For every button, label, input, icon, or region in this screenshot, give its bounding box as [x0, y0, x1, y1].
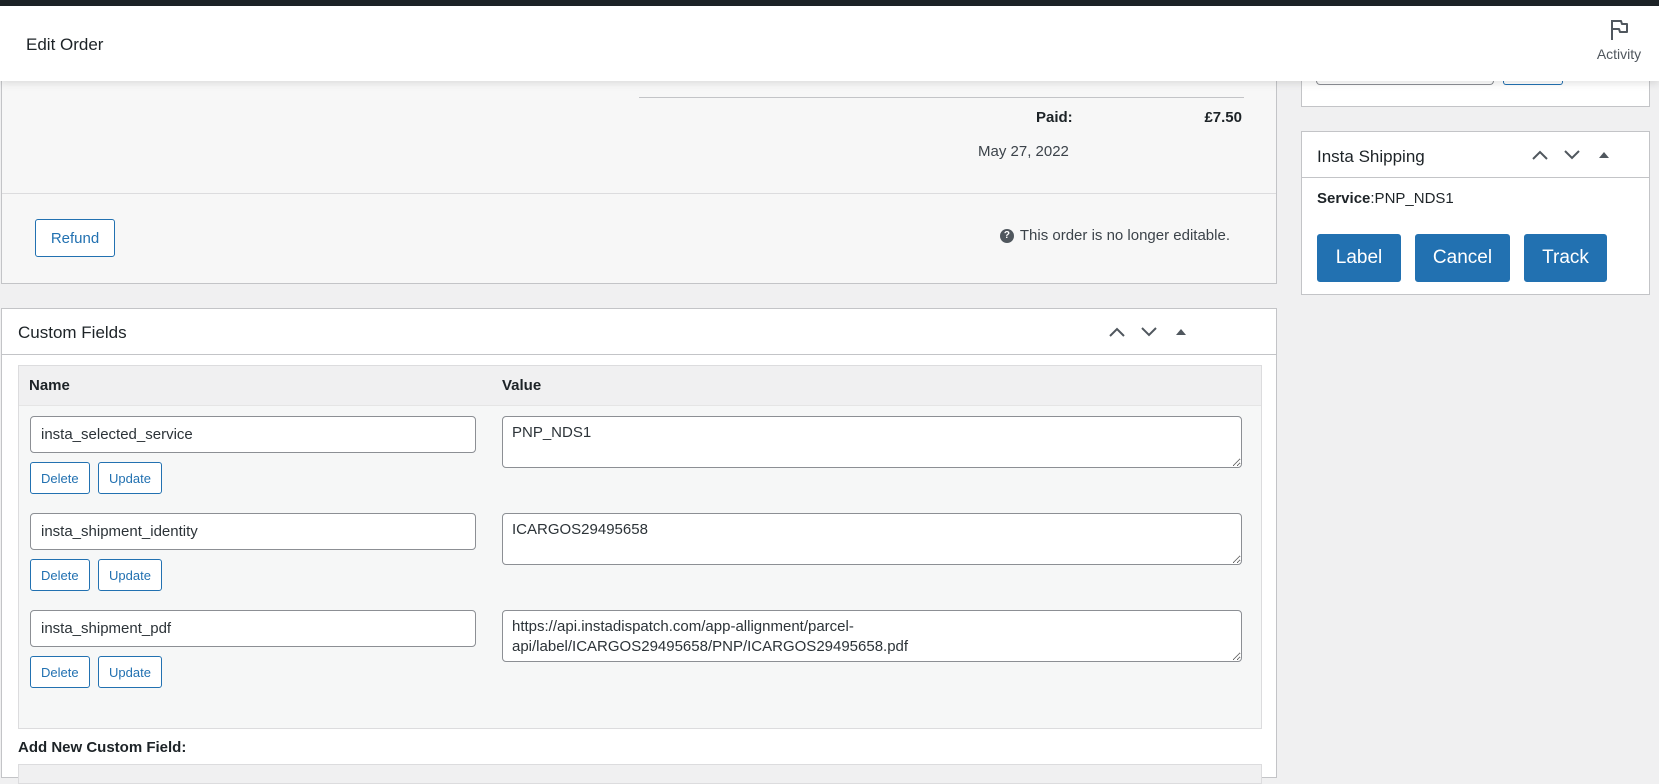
col-value-header: Value: [502, 377, 542, 394]
insta-shipping-panel: Insta Shipping Service:PNP_NDS1 Label Ca…: [1301, 131, 1650, 295]
flag-icon: [1611, 20, 1628, 40]
chevron-down-icon[interactable]: [1138, 321, 1160, 343]
delete-button[interactable]: Delete: [30, 656, 90, 688]
custom-fields-title: Custom Fields: [18, 323, 127, 342]
activity-label: Activity: [1596, 46, 1642, 62]
totals-divider: [639, 97, 1244, 98]
service-info: Service:PNP_NDS1: [1317, 190, 1454, 207]
field-value-textarea[interactable]: ICARGOS29495658: [502, 513, 1242, 565]
chevron-down-icon[interactable]: [1561, 144, 1583, 166]
cancel-button[interactable]: Cancel: [1415, 234, 1510, 282]
field-value-textarea[interactable]: https://api.instadispatch.com/app-allign…: [502, 610, 1242, 662]
paid-date: May 27, 2022: [978, 143, 1069, 160]
label-button[interactable]: Label: [1317, 234, 1401, 282]
paid-label: Paid:: [1036, 109, 1073, 126]
table-row: ICARGOS29495658 Delete Update: [19, 503, 1261, 603]
table-row: https://api.instadispatch.com/app-allign…: [19, 600, 1261, 700]
custom-fields-header: Custom Fields: [2, 309, 1276, 355]
custom-fields-table: Name Value PNP_NDS1 Delete Update ICARGO…: [18, 365, 1262, 729]
caret-up-icon[interactable]: [1593, 144, 1615, 166]
field-name-input[interactable]: [30, 416, 476, 453]
add-new-field-table: [18, 764, 1262, 784]
delete-button[interactable]: Delete: [30, 462, 90, 494]
col-name-header: Name: [29, 377, 70, 394]
refund-button[interactable]: Refund: [35, 219, 115, 257]
panel-controls: [1529, 144, 1615, 166]
chevron-up-icon[interactable]: [1529, 144, 1551, 166]
not-editable-text: This order is no longer editable.: [1019, 227, 1230, 244]
field-name-input[interactable]: [30, 610, 476, 647]
table-header: Name Value: [19, 366, 1261, 406]
update-button[interactable]: Update: [98, 656, 162, 688]
field-value-textarea[interactable]: PNP_NDS1: [502, 416, 1242, 468]
update-button[interactable]: Update: [98, 462, 162, 494]
partial-button[interactable]: [1503, 81, 1563, 85]
track-button[interactable]: Track: [1524, 234, 1607, 282]
caret-up-icon[interactable]: [1170, 321, 1192, 343]
paid-amount: £7.50: [1204, 109, 1242, 126]
sidebar-panel-partial: [1301, 81, 1650, 107]
help-icon: ?: [999, 228, 1014, 243]
insta-shipping-title: Insta Shipping: [1317, 147, 1425, 166]
update-button[interactable]: Update: [98, 559, 162, 591]
insta-shipping-header: Insta Shipping: [1302, 132, 1649, 178]
page-header: Edit Order Activity: [0, 6, 1659, 81]
partial-input[interactable]: [1316, 81, 1494, 85]
custom-fields-panel: Custom Fields Name Value PNP_NDS1 Delete…: [1, 308, 1277, 784]
panel-controls: [1106, 321, 1192, 343]
page-title: Edit Order: [26, 35, 104, 54]
service-value: :PNP_NDS1: [1370, 190, 1454, 207]
chevron-up-icon[interactable]: [1106, 321, 1128, 343]
panel-divider: [2, 193, 1276, 194]
order-totals-panel: Paid: £7.50 May 27, 2022 Refund ? This o…: [1, 81, 1277, 284]
not-editable-note: ? This order is no longer editable.: [999, 227, 1230, 244]
table-row: PNP_NDS1 Delete Update: [19, 406, 1261, 506]
delete-button[interactable]: Delete: [30, 559, 90, 591]
service-label: Service: [1317, 190, 1371, 207]
activity-button[interactable]: Activity: [1591, 18, 1647, 62]
add-new-field-label: Add New Custom Field:: [18, 739, 187, 756]
field-name-input[interactable]: [30, 513, 476, 550]
